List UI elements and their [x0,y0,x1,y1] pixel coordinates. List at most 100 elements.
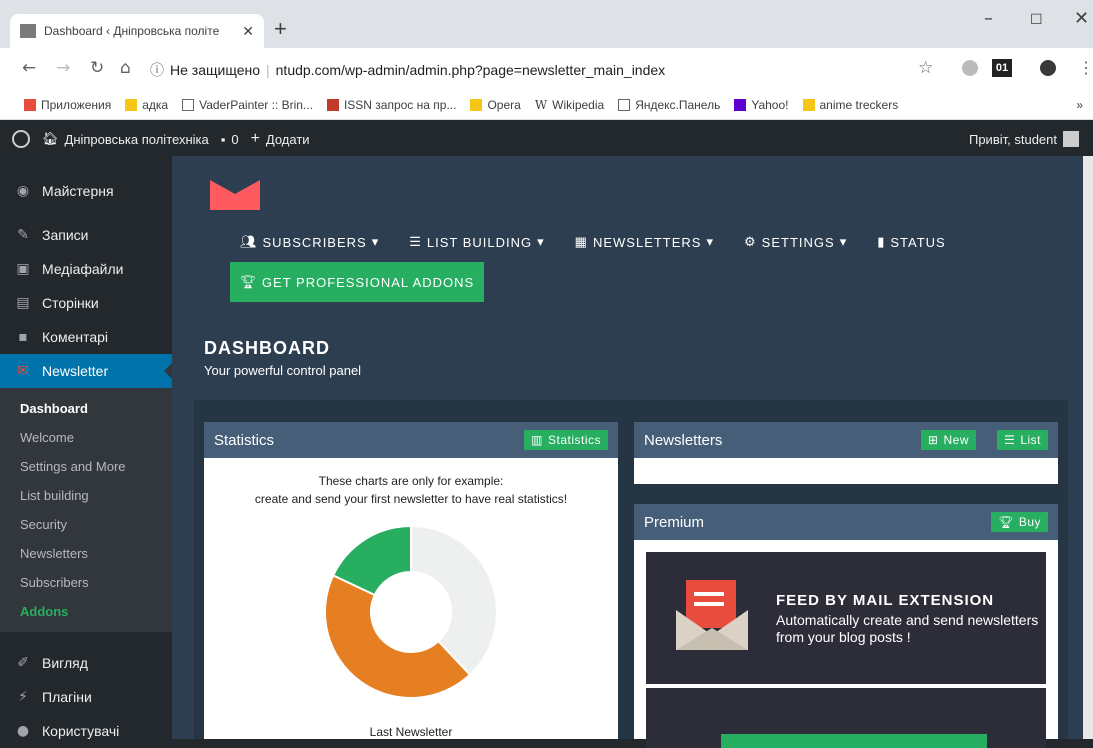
submenu-security[interactable]: Security [0,510,172,539]
bookmarks-bar: Приложения адка VaderPainter :: Brin... … [0,90,1093,120]
bookmark-apps[interactable]: Приложения [24,98,111,112]
tab-close-icon[interactable]: ✕ [242,23,254,40]
submenu-addons[interactable]: Addons [0,597,172,626]
list-newsletters-button[interactable]: ☰ List [997,430,1048,450]
statistics-body: These charts are only for example: creat… [204,458,618,739]
page-icon [618,98,631,111]
chevron-down-icon: ▾ [537,234,545,249]
bar-chart-icon: ▥ [531,433,543,447]
active-arrow-icon [164,363,172,379]
avatar [1063,131,1079,147]
bookmark-yahoo[interactable]: Yahoo! [734,98,789,112]
address-bar[interactable]: ⓘ Не защищено | ntudp.com/wp-admin/admin… [150,56,960,84]
statistics-button[interactable]: ▥ Statistics [524,430,608,450]
chart-note-line1: These charts are only for example: [318,474,504,488]
user-greeting[interactable]: Привіт, student [969,131,1079,147]
bookmark-star-icon[interactable]: ☆ [918,58,933,78]
plus-square-icon: ⊞ [927,433,939,447]
menu-appearance[interactable]: ✐ Вигляд [0,646,172,680]
security-label: Не защищено [170,62,260,78]
users-icon: 👥︎ [240,234,258,249]
menu-newsletter[interactable]: ✉ Newsletter [0,354,172,388]
menu-posts[interactable]: ✎ Записи [0,218,172,252]
premium-body: FEED BY MAIL EXTENSION Automatically cre… [634,540,1058,748]
forward-button[interactable]: → [56,58,70,78]
reload-button[interactable]: ↻ [90,58,104,78]
site-favicon-icon [20,24,36,38]
nav-subscribers[interactable]: 👥︎ SUBSCRIBERS ▾ [240,234,379,250]
bookmark-opera[interactable]: Opera [470,98,521,112]
globe-extension-icon[interactable] [962,60,978,76]
url-text: ntudp.com/wp-admin/admin.php?page=newsle… [275,62,666,78]
comments-link[interactable]: ▪ 0 [221,132,239,147]
list-icon: ☰ [1004,433,1016,447]
comment-icon: ▪ [18,329,28,345]
premium-banner-2[interactable] [646,688,1046,748]
ext-01-icon[interactable]: 01 [992,59,1012,77]
new-tab-button[interactable]: + [274,18,287,40]
close-window-button[interactable]: ✕ [1074,8,1089,29]
submenu-newsletters[interactable]: Newsletters [0,539,172,568]
maximize-button[interactable]: ☐ [1030,12,1043,28]
bookmark-yandex[interactable]: Яндекс.Панель [618,98,720,112]
list-icon: ☰ [409,234,422,249]
envelope-icon [676,580,748,650]
plugin-nav: 👥︎ SUBSCRIBERS ▾ ☰ LIST BUILDING ▾ ▦ NEWSLETT… [240,234,946,250]
info-icon[interactable]: ⓘ [150,60,164,80]
banner-button[interactable] [721,734,987,748]
chart-note-line2: create and send your first newsletter to… [254,492,568,506]
apps-grid-icon [24,98,36,111]
page-scrollbar[interactable] [1083,156,1093,739]
pages-icon: ▤ [16,295,30,311]
get-pro-addons-button[interactable]: 🏆︎ GET PROFESSIONAL ADDONS [230,262,484,302]
bookmark-folder[interactable]: адка [125,98,168,112]
statistics-header: Statistics ▥ Statistics [204,422,618,458]
add-new-link[interactable]: + Додати [251,130,310,148]
more-bookmarks-icon[interactable]: » [1076,98,1083,112]
menu-pages[interactable]: ▤ Сторінки [0,286,172,320]
home-icon: 🏠︎ [42,131,59,146]
plug-icon: ⚡︎ [18,689,28,705]
newsletter-icon: ✉ [17,363,29,379]
nav-list-building[interactable]: ☰ LIST BUILDING ▾ [409,234,544,250]
nav-settings[interactable]: ⚙︎ SETTINGS ▾ [744,234,847,250]
tab-title: Dashboard ‹ Дніпровська політе [44,24,220,38]
gear-icon: ⚙︎ [744,234,757,249]
browser-menu-icon[interactable]: ⋮ [1078,58,1093,78]
menu-plugins[interactable]: ⚡︎ Плагіни [0,680,172,714]
new-newsletter-button[interactable]: ⊞ New [920,430,976,450]
site-name-link[interactable]: 🏠︎ Дніпровська політехніка [42,131,209,147]
bookmark-page[interactable]: VaderPainter :: Brin... [182,98,313,112]
bookmark-issn[interactable]: ISSN запрос на пр... [326,98,456,112]
submenu-dashboard[interactable]: Dashboard [0,394,172,423]
home-button[interactable]: ⌂ [120,58,131,78]
newsletter-submenu: Dashboard Welcome Settings and More List… [0,388,172,632]
premium-title: Premium [644,513,705,531]
profile-avatar[interactable] [1040,60,1056,76]
admin-sidebar: ◉ Майстерня ✎ Записи ▣ Медіафайли ▤ Сторінки… [0,156,172,739]
folder-icon [802,98,815,111]
submenu-settings[interactable]: Settings and More [0,452,172,481]
thermometer-icon: ▮ [877,234,886,249]
minimize-button[interactable]: – [984,8,993,29]
menu-dashboard[interactable]: ◉ Майстерня [0,174,172,208]
address-separator: | [266,62,270,78]
feed-by-mail-banner[interactable]: FEED BY MAIL EXTENSION Automatically cre… [646,552,1046,684]
bookmark-anime[interactable]: anime treckers [802,98,898,112]
submenu-subscribers[interactable]: Subscribers [0,568,172,597]
chevron-down-icon: ▾ [706,234,715,249]
nav-status[interactable]: ▮ STATUS [877,234,946,250]
menu-comments[interactable]: ▪ Коментарі [0,320,172,354]
menu-users[interactable]: ● Користувачі [0,714,172,748]
buy-button[interactable]: 🏆︎ Buy [991,512,1048,532]
chart-caption: Last Newsletter [369,725,453,739]
back-button[interactable]: ← [22,58,36,78]
submenu-list-building[interactable]: List building [0,481,172,510]
nav-newsletters[interactable]: ▦ NEWSLETTERS ▾ [575,234,714,250]
browser-tab[interactable]: Dashboard ‹ Дніпровська політе ✕ [10,14,264,48]
submenu-welcome[interactable]: Welcome [0,423,172,452]
wp-logo-icon[interactable] [12,130,30,148]
menu-media[interactable]: ▣ Медіафайли [0,252,172,286]
folder-icon [125,98,138,111]
bookmark-wikipedia[interactable]: W Wikipedia [535,98,604,112]
